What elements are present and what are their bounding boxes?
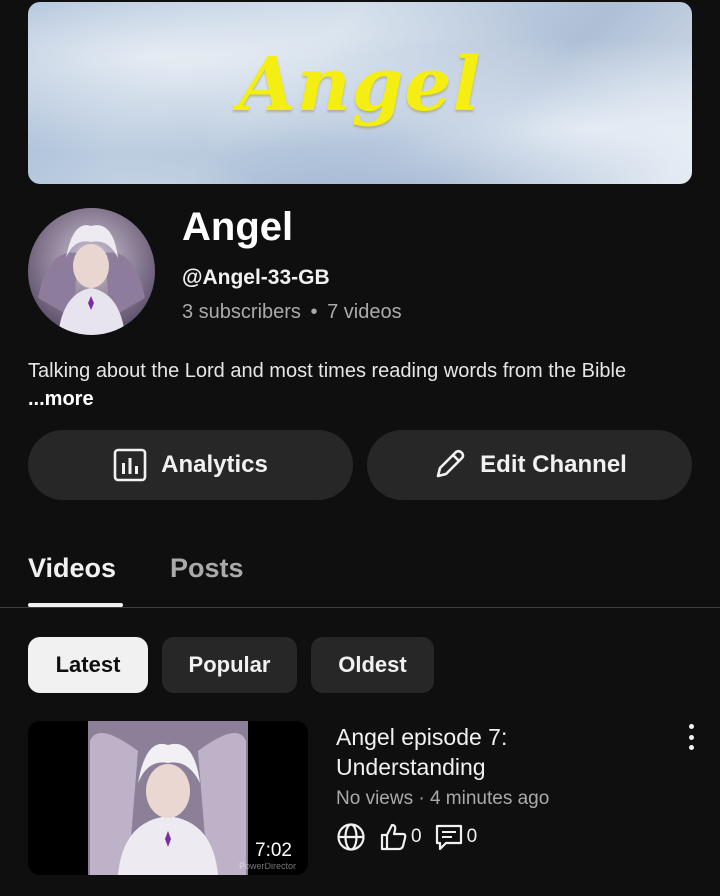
channel-banner: Angel <box>28 2 692 184</box>
channel-description[interactable]: Talking about the Lord and most times re… <box>28 357 678 413</box>
edit-channel-label: Edit Channel <box>480 451 627 478</box>
subscriber-count: 3 subscribers <box>182 301 301 323</box>
banner-title: Angel <box>238 42 482 128</box>
more-vert-icon[interactable] <box>684 724 698 750</box>
stats-separator: • <box>310 301 318 323</box>
thumbs-up-icon <box>380 823 407 851</box>
description-text: Talking about the Lord and most times re… <box>28 360 627 382</box>
video-title[interactable]: Angel episode 7: Understanding <box>336 722 636 782</box>
more-link[interactable]: ...more <box>28 388 94 410</box>
video-duration: 7:02 <box>249 839 298 863</box>
analytics-label: Analytics <box>161 451 268 478</box>
filter-chip-popular[interactable]: Popular <box>162 637 297 693</box>
tab-videos[interactable]: Videos <box>28 553 116 584</box>
tabs-divider <box>0 607 720 608</box>
video-stats: 0 0 <box>336 822 477 852</box>
comment-icon <box>435 824 462 851</box>
channel-handle: @Angel-33-GB <box>182 266 330 289</box>
video-thumbnail[interactable]: PowerDirector 7:02 <box>28 721 308 875</box>
video-count: 7 videos <box>327 301 402 323</box>
like-count: 0 <box>411 826 422 847</box>
analytics-button[interactable]: Analytics <box>28 430 353 500</box>
analytics-icon <box>113 448 147 482</box>
edit-channel-button[interactable]: Edit Channel <box>367 430 692 500</box>
filter-chip-oldest[interactable]: Oldest <box>311 637 434 693</box>
video-meta: No views · 4 minutes ago <box>336 788 550 809</box>
comment-stat: 0 <box>434 822 478 852</box>
avatar-illustration <box>28 208 155 335</box>
channel-avatar[interactable] <box>28 208 155 335</box>
filter-chip-latest[interactable]: Latest <box>28 637 148 693</box>
comment-count: 0 <box>466 826 478 847</box>
channel-stats: 3 subscribers • 7 videos <box>182 301 402 324</box>
channel-name: Angel <box>182 205 294 249</box>
pencil-icon <box>436 449 465 478</box>
tab-posts[interactable]: Posts <box>170 553 244 584</box>
like-stat: 0 <box>378 822 422 852</box>
globe-icon <box>337 823 365 851</box>
